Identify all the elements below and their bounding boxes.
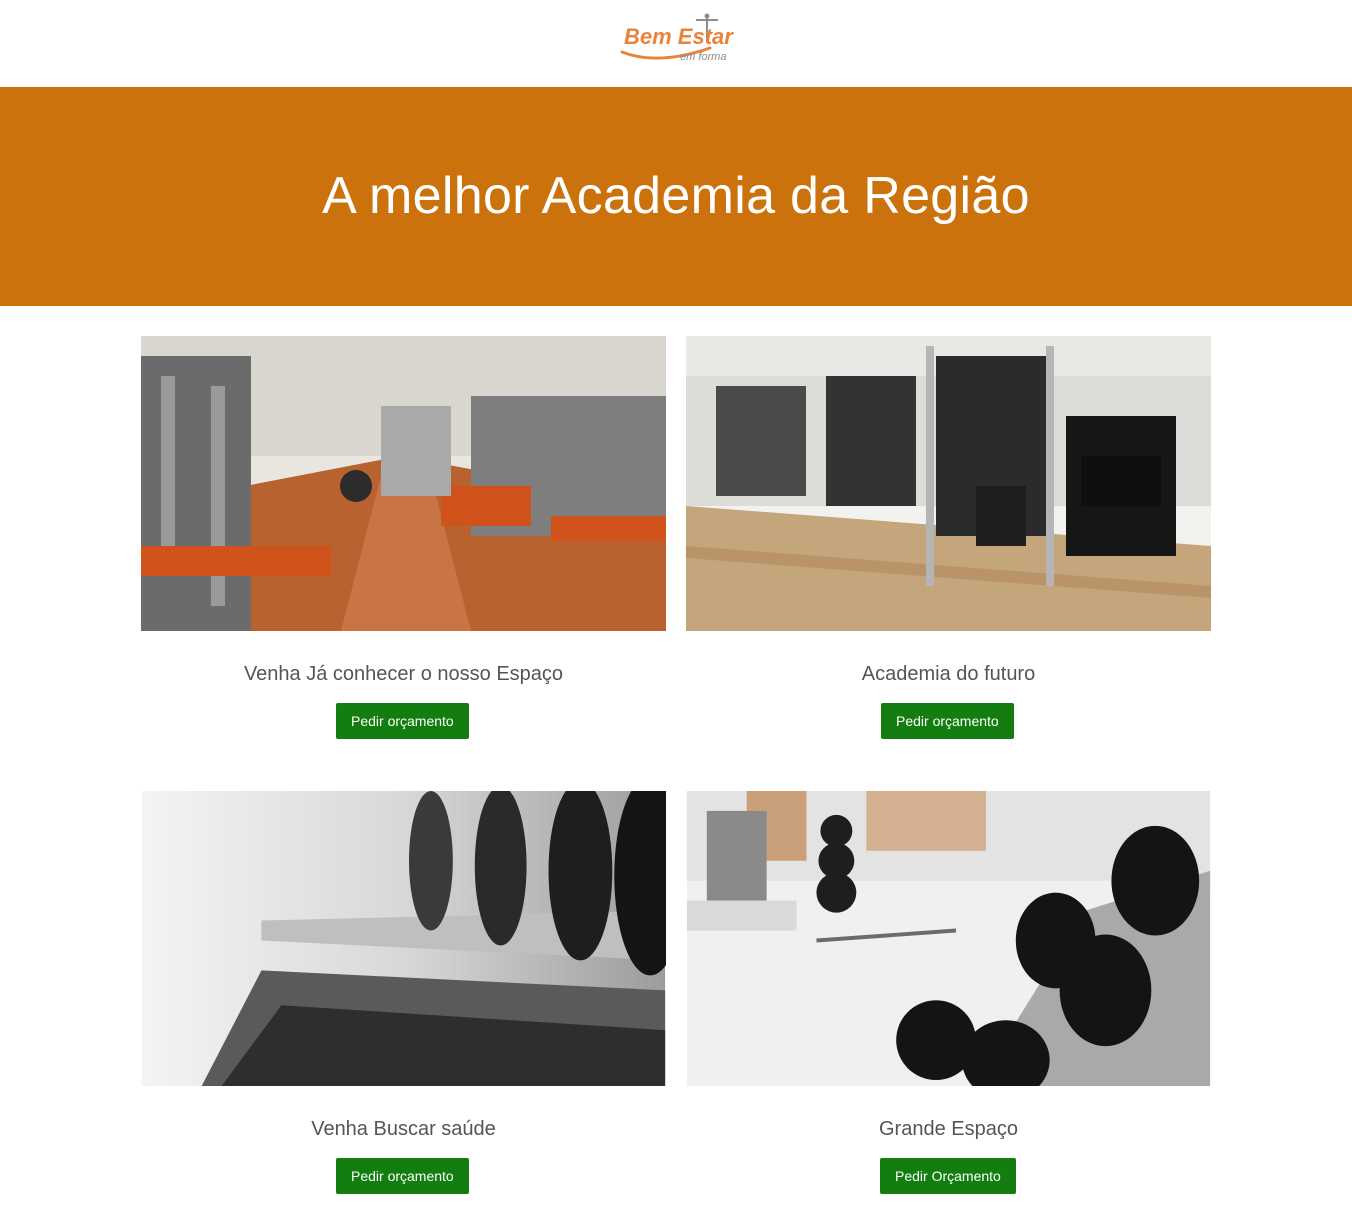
card-saude: Venha Buscar saúde Pedir orçamento <box>141 791 666 1194</box>
request-quote-button[interactable]: Pedir orçamento <box>336 703 469 739</box>
card-caption: Venha Buscar saúde <box>311 1118 496 1140</box>
card-caption: Academia do futuro <box>861 663 1036 685</box>
site-header: Bem Estar em forma <box>0 0 1352 87</box>
bem-estar-logo[interactable]: Bem Estar em forma <box>618 12 736 64</box>
request-quote-button[interactable]: Pedir Orçamento <box>880 1158 1016 1194</box>
card-caption: Grande Espaço <box>879 1118 1018 1140</box>
gym-machines-photo <box>686 336 1211 631</box>
card-futuro: Academia do futuro Pedir orçamento <box>686 336 1211 739</box>
gym-interior-photo <box>141 336 666 631</box>
hero-banner: A melhor Academia da Região <box>0 87 1352 306</box>
page: Bem Estar em forma A melhor Academia da … <box>0 0 1352 1217</box>
card-espaco: Venha Já conhecer o nosso Espaço Pedir o… <box>141 336 666 739</box>
request-quote-button[interactable]: Pedir orçamento <box>881 703 1014 739</box>
card-caption: Venha Já conhecer o nosso Espaço <box>243 663 564 685</box>
logo-mark: Bem Estar em forma <box>620 13 734 63</box>
dumbbell-rack-blurred-photo <box>141 791 666 1086</box>
logo-main-text: Bem Estar <box>624 24 734 49</box>
card-grande-espaco: Grande Espaço Pedir Orçamento <box>686 791 1211 1194</box>
logo-sub-text: em forma <box>680 51 726 63</box>
dumbbell-rack-bright-photo <box>686 791 1211 1086</box>
hero-title: A melhor Academia da Região <box>322 166 1030 225</box>
request-quote-button[interactable]: Pedir orçamento <box>336 1158 469 1194</box>
